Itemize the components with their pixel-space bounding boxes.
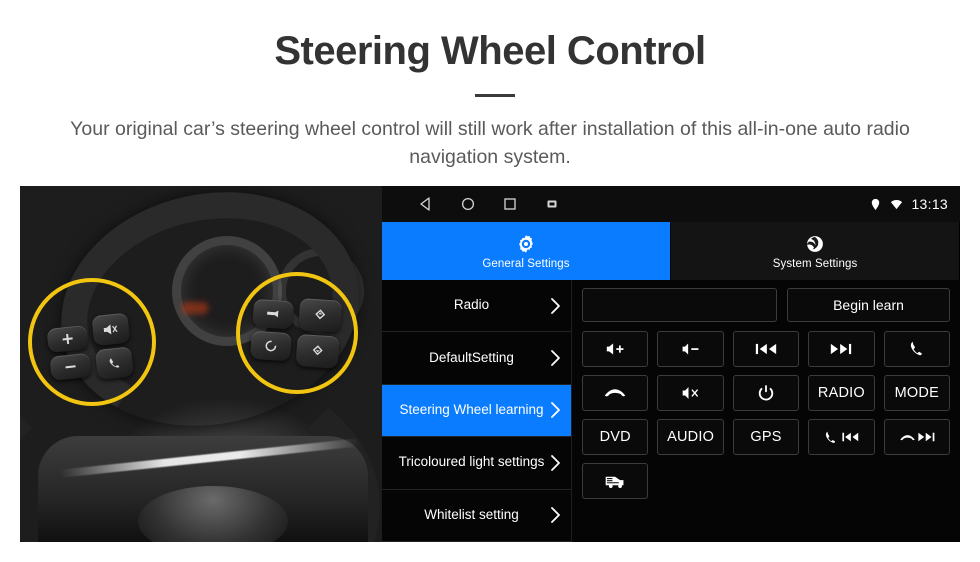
menu-item-whitelist-setting-label: Whitelist setting xyxy=(424,506,519,522)
volume-down-icon xyxy=(682,343,699,355)
left-control-pad xyxy=(44,299,147,383)
key-car-info[interactable] xyxy=(582,463,649,499)
next-track-icon xyxy=(918,432,935,442)
phone-hangup-icon xyxy=(605,389,626,397)
menu-item-default-setting[interactable]: DefaultSetting xyxy=(382,332,571,385)
tab-general-settings-label: General Settings xyxy=(482,257,570,270)
previous-track-icon xyxy=(755,343,777,355)
chevron-right-icon xyxy=(551,507,560,524)
menu-item-tricoloured-light-settings[interactable]: Tricoloured light settings xyxy=(382,437,571,490)
page-title: Steering Wheel Control xyxy=(274,29,706,73)
chevron-right-icon xyxy=(551,402,560,419)
scroll-up-pad-button xyxy=(298,297,343,333)
key-vol-up[interactable] xyxy=(582,331,649,367)
settings-tabs: General Settings System Settings xyxy=(382,222,960,280)
steering-wheel-photo xyxy=(20,186,382,542)
power-icon xyxy=(758,385,774,401)
key-hangup-next[interactable] xyxy=(883,419,950,455)
key-audio[interactable]: AUDIO xyxy=(657,419,724,455)
menu-item-steering-wheel-learning[interactable]: Steering Wheel learning xyxy=(382,384,571,438)
key-radio-label: RADIO xyxy=(817,385,865,401)
begin-learn-button[interactable]: Begin learn xyxy=(787,288,950,322)
key-audio-label: AUDIO xyxy=(667,429,715,445)
menu-item-tricoloured-light-settings-label: Tricoloured light settings xyxy=(398,454,545,470)
cycle-pad-button xyxy=(249,330,292,362)
tab-system-settings[interactable]: System Settings xyxy=(671,222,960,280)
learn-input[interactable] xyxy=(582,288,777,322)
volume-down-pad-button xyxy=(49,352,92,381)
volume-up-icon xyxy=(606,343,624,355)
title-divider xyxy=(475,94,515,97)
key-radio[interactable]: RADIO xyxy=(808,375,875,411)
menu-item-radio-label: Radio xyxy=(453,297,490,313)
mute-icon xyxy=(103,324,118,335)
mute-pad-button xyxy=(91,312,131,347)
phone-icon xyxy=(109,357,119,368)
settings-menu: Radio DefaultSetting Steering Wheel lear… xyxy=(382,280,572,542)
media-pad-button xyxy=(252,298,295,330)
key-prev-track[interactable] xyxy=(732,331,800,367)
android-status-bar: 13:13 xyxy=(382,186,960,222)
key-gps-label: GPS xyxy=(750,429,782,445)
car-icon xyxy=(605,476,624,488)
volume-mute-icon xyxy=(682,387,698,399)
previous-track-icon xyxy=(842,432,859,442)
menu-item-default-setting-label: DefaultSetting xyxy=(429,349,514,365)
right-control-pad xyxy=(249,291,351,372)
minus-icon xyxy=(65,365,76,369)
phone-answer-icon xyxy=(910,341,922,356)
chevron-right-icon xyxy=(551,297,560,314)
diamond-up-icon xyxy=(315,309,326,320)
home-icon[interactable] xyxy=(460,196,476,212)
swirl-icon xyxy=(806,235,823,252)
menu-item-steering-wheel-learning-label: Steering Wheel learning xyxy=(399,402,544,418)
key-answer-call[interactable] xyxy=(883,331,950,367)
gear-icon xyxy=(519,234,533,253)
cycle-icon xyxy=(265,340,277,352)
key-call-prev[interactable] xyxy=(808,419,875,455)
head-unit-screen: 13:13 General Settings System Settings R… xyxy=(382,186,960,542)
key-gps[interactable]: GPS xyxy=(732,419,800,455)
next-track-icon xyxy=(831,343,852,355)
media-icon xyxy=(267,310,279,318)
learn-top-row: Begin learn xyxy=(582,288,950,322)
screenshot-icon[interactable] xyxy=(544,196,560,212)
phone-answer-icon xyxy=(826,431,836,443)
plus-icon xyxy=(62,333,73,345)
key-vol-down[interactable] xyxy=(657,331,724,367)
chevron-right-icon xyxy=(551,350,560,366)
learn-key-grid: RADIO MODE DVD AUDIO GPS xyxy=(582,331,950,499)
status-indicators: 13:13 xyxy=(869,186,948,222)
scroll-down-pad-button xyxy=(295,333,340,369)
page-subtitle: Your original car’s steering wheel contr… xyxy=(70,118,910,169)
menu-item-radio[interactable]: Radio xyxy=(382,280,571,333)
key-power[interactable] xyxy=(732,375,800,411)
wifi-icon xyxy=(891,199,903,209)
menu-item-whitelist-setting[interactable]: Whitelist setting xyxy=(382,489,571,542)
key-mute[interactable] xyxy=(657,375,724,411)
chevron-right-icon xyxy=(551,454,560,471)
back-icon[interactable] xyxy=(418,196,434,212)
status-clock: 13:13 xyxy=(911,196,948,212)
key-hang-up[interactable] xyxy=(582,375,649,411)
key-dvd-label: DVD xyxy=(599,429,631,445)
steering-wheel-learn-panel: Begin learn RADIO MODE DVD AUDIO GPS xyxy=(572,280,960,542)
phone-hangup-icon xyxy=(900,431,915,442)
phone-pad-button xyxy=(94,346,134,380)
recents-icon[interactable] xyxy=(502,196,518,212)
media-strip: 13:13 General Settings System Settings R… xyxy=(20,186,960,542)
key-mode-label: MODE xyxy=(894,385,939,401)
settings-body: Radio DefaultSetting Steering Wheel lear… xyxy=(382,280,960,542)
tab-system-settings-label: System Settings xyxy=(772,257,858,270)
android-nav-buttons xyxy=(418,196,560,212)
diamond-down-icon xyxy=(312,345,323,356)
location-icon xyxy=(872,198,880,210)
key-next-track[interactable] xyxy=(808,331,875,367)
key-mode[interactable]: MODE xyxy=(883,375,950,411)
page-root: Steering Wheel Control Your original car… xyxy=(0,0,980,562)
volume-up-pad-button xyxy=(46,324,89,353)
tab-general-settings[interactable]: General Settings xyxy=(382,222,671,280)
key-dvd[interactable]: DVD xyxy=(582,419,649,455)
